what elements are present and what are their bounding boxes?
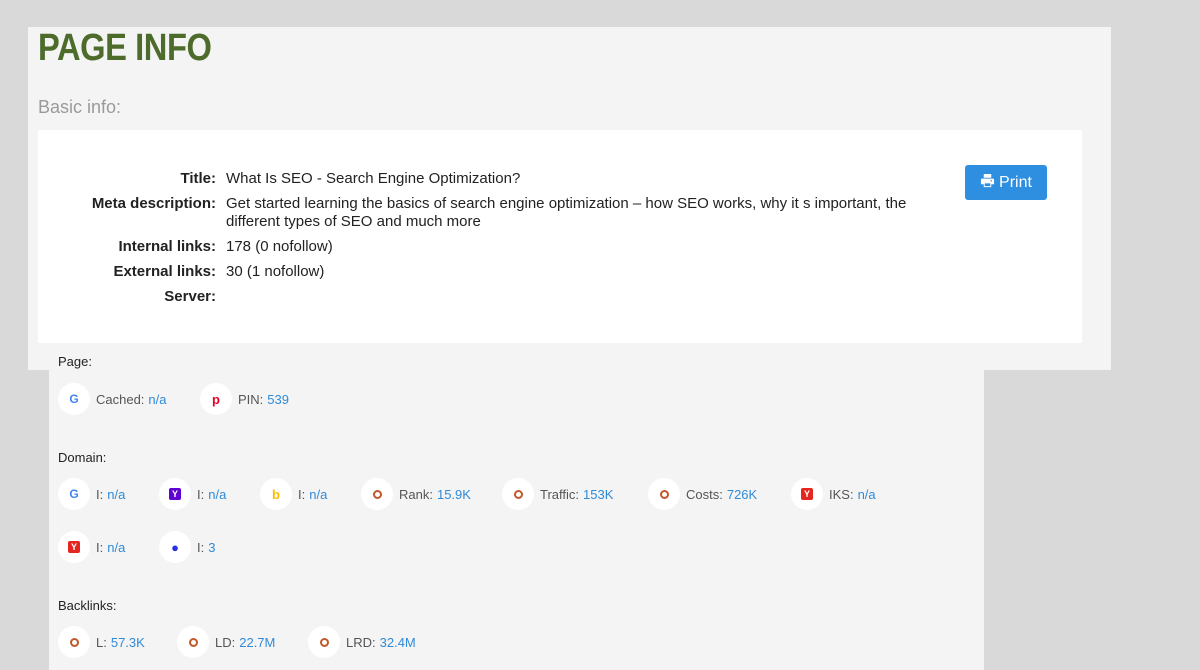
metric-label: Rank: [399, 486, 433, 502]
metric-value[interactable]: 153K [583, 487, 613, 502]
metric-label: IKS: [829, 486, 854, 502]
metric-value[interactable]: n/a [309, 487, 327, 502]
semrush-icon [177, 626, 209, 658]
info-row-meta-description: Meta description: Get started learning t… [38, 195, 946, 238]
pinterest-icon: p [200, 383, 232, 415]
info-label: Internal links: [118, 238, 216, 255]
info-value: What Is SEO - Search Engine Optimization… [226, 170, 521, 187]
info-row-title: Title: What Is SEO - Search Engine Optim… [38, 170, 946, 195]
info-value: Get started learning the basics of searc… [226, 195, 907, 230]
page-group-label: Page: [58, 354, 92, 369]
info-row-server: Server: [38, 288, 946, 313]
info-row-internal-links: Internal links: 178 (0 nofollow) [38, 238, 946, 263]
backlinks-group-label: Backlinks: [58, 598, 117, 613]
metric-label: Cached: [96, 391, 145, 407]
metric-semrush-costs[interactable]: Costs: 726K [648, 478, 757, 510]
metric-value[interactable]: 3 [208, 540, 215, 555]
basic-info-panel: PAGE INFO Basic info: Title: What Is SEO… [28, 27, 1111, 370]
metric-baidu-index[interactable]: ● I: 3 [159, 531, 215, 563]
semrush-icon [58, 626, 90, 658]
metric-yahoo-index[interactable]: Y I: n/a [159, 478, 226, 510]
metric-value[interactable]: 726K [727, 487, 757, 502]
print-button[interactable]: Print [965, 165, 1047, 200]
section-heading: Basic info: [38, 97, 122, 117]
metric-label: LRD: [346, 634, 376, 650]
metric-semrush-traffic[interactable]: Traffic: 153K [502, 478, 613, 510]
metric-backlinks-lrd[interactable]: LRD: 32.4M [308, 626, 416, 658]
metric-label: I: [96, 539, 104, 555]
metric-value[interactable]: n/a [858, 487, 876, 502]
info-table: Title: What Is SEO - Search Engine Optim… [38, 170, 946, 313]
metric-yandex-index[interactable]: Y I: n/a [58, 531, 125, 563]
info-label: Title: [180, 170, 216, 187]
info-card: Title: What Is SEO - Search Engine Optim… [38, 130, 1082, 343]
metric-label: I: [96, 486, 104, 502]
semrush-icon [648, 478, 680, 510]
metric-label: LD: [215, 634, 236, 650]
metric-value[interactable]: 22.7M [239, 635, 275, 650]
metric-value[interactable]: 539 [267, 392, 289, 407]
metric-yandex-iks[interactable]: Y IKS: n/a [791, 478, 876, 510]
metric-label: L: [96, 634, 107, 650]
metric-google-cached[interactable]: G Cached: n/a [58, 383, 167, 415]
semrush-icon [502, 478, 534, 510]
domain-group-label: Domain: [58, 450, 107, 465]
metric-label: I: [197, 539, 205, 555]
metric-value[interactable]: 57.3K [111, 635, 145, 650]
metric-value[interactable]: 32.4M [380, 635, 416, 650]
metrics-panel: Page: G Cached: n/a p PIN: 539 Domain: G… [49, 343, 984, 670]
info-label: External links: [113, 263, 216, 280]
metric-value[interactable]: n/a [107, 540, 125, 555]
metric-pinterest[interactable]: p PIN: 539 [200, 383, 289, 415]
yandex-icon: Y [791, 478, 823, 510]
baidu-icon: ● [159, 531, 191, 563]
print-label: Print [999, 173, 1032, 191]
google-icon: G [58, 478, 90, 510]
info-label: Server: [164, 288, 216, 305]
metric-label: Costs: [686, 486, 723, 502]
info-label: Meta description: [91, 195, 216, 212]
metric-backlinks-ld[interactable]: LD: 22.7M [177, 626, 275, 658]
metric-value[interactable]: n/a [148, 392, 166, 407]
metric-value[interactable]: 15.9K [437, 487, 471, 502]
google-icon: G [58, 383, 90, 415]
info-value [226, 288, 946, 313]
yahoo-icon: Y [159, 478, 191, 510]
semrush-icon [361, 478, 393, 510]
metric-label: Traffic: [540, 486, 580, 502]
metric-label: PIN: [238, 391, 264, 407]
bing-icon: b [260, 478, 292, 510]
semrush-icon [308, 626, 340, 658]
info-value: 178 (0 nofollow) [226, 238, 333, 255]
yandex-icon: Y [58, 531, 90, 563]
metric-value[interactable]: n/a [208, 487, 226, 502]
metric-semrush-rank[interactable]: Rank: 15.9K [361, 478, 471, 510]
metric-backlinks-l[interactable]: L: 57.3K [58, 626, 145, 658]
printer-icon [980, 173, 995, 193]
page-title: PAGE INFO [38, 27, 212, 69]
metric-bing-index[interactable]: b I: n/a [260, 478, 327, 510]
metric-label: I: [298, 486, 306, 502]
info-value: 30 (1 nofollow) [226, 263, 325, 280]
info-row-external-links: External links: 30 (1 nofollow) [38, 263, 946, 288]
metric-value[interactable]: n/a [107, 487, 125, 502]
metric-google-index[interactable]: G I: n/a [58, 478, 125, 510]
metric-label: I: [197, 486, 205, 502]
